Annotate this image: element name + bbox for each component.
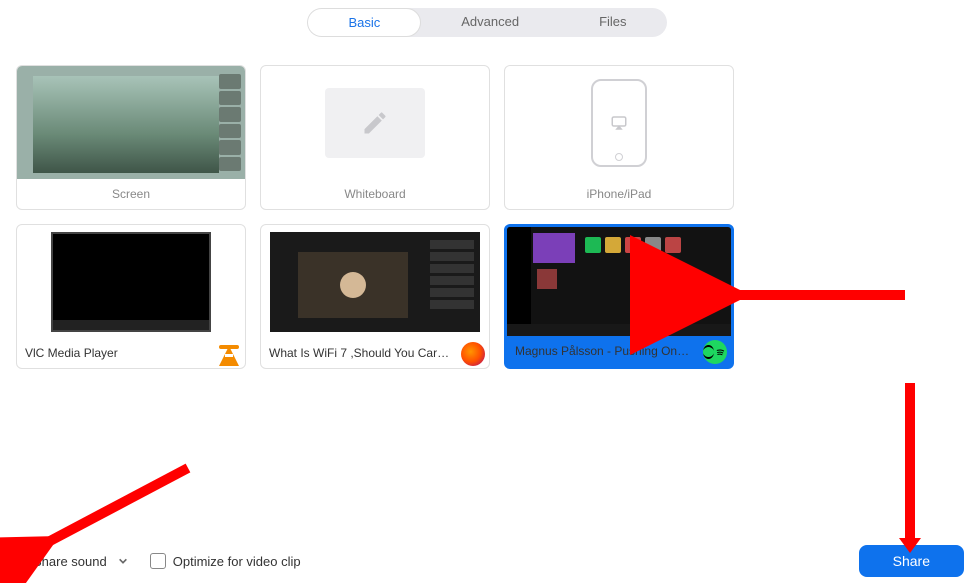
firefox-icon: [461, 342, 485, 366]
pencil-icon: [361, 109, 389, 137]
tile-iphone-ipad[interactable]: iPhone/iPad: [504, 65, 734, 210]
tab-basic[interactable]: Basic: [307, 8, 421, 37]
tile-label: iPhone/iPad: [505, 179, 733, 209]
tab-files[interactable]: Files: [559, 8, 666, 37]
share-sound-checkbox[interactable]: Share sound: [10, 553, 128, 569]
tab-group: Basic Advanced Files: [307, 8, 666, 37]
vlc-thumbnail: [17, 225, 245, 338]
vlc-icon: [217, 342, 241, 366]
annotation-arrow: [895, 378, 925, 558]
tile-screen[interactable]: Screen: [16, 65, 246, 210]
iphone-thumbnail: [505, 66, 733, 179]
tab-advanced[interactable]: Advanced: [421, 8, 559, 37]
checkbox-icon: [150, 553, 166, 569]
tile-label: What Is WiFi 7 ,Should You Care? ...: [261, 338, 489, 368]
tile-spotify[interactable]: Magnus Pålsson - Pushing Onwa...: [504, 224, 734, 369]
tile-whiteboard[interactable]: Whiteboard: [260, 65, 490, 210]
screen-thumbnail: [17, 66, 245, 179]
share-grid: Screen Whiteboard iPhone/iPad VlC Media …: [0, 37, 974, 369]
share-button[interactable]: Share: [859, 545, 964, 577]
chevron-down-icon[interactable]: [118, 554, 128, 569]
tile-label: Screen: [17, 179, 245, 209]
airplay-icon: [610, 114, 628, 132]
checkbox-icon: [10, 553, 26, 569]
spotify-thumbnail: [507, 227, 731, 336]
tile-label: VlC Media Player: [17, 338, 245, 368]
optimize-video-checkbox[interactable]: Optimize for video clip: [150, 553, 301, 569]
whiteboard-thumbnail: [261, 66, 489, 179]
tabs-bar: Basic Advanced Files: [0, 0, 974, 37]
firefox-thumbnail: [261, 225, 489, 338]
tile-label: Magnus Pålsson - Pushing Onwa...: [507, 336, 731, 366]
tile-firefox[interactable]: What Is WiFi 7 ,Should You Care? ...: [260, 224, 490, 369]
tile-label: Whiteboard: [261, 179, 489, 209]
share-sound-label: Share sound: [33, 554, 107, 569]
spotify-icon: [703, 340, 727, 364]
footer-bar: Share sound Optimize for video clip Shar…: [0, 539, 974, 583]
tile-vlc[interactable]: VlC Media Player: [16, 224, 246, 369]
optimize-label: Optimize for video clip: [173, 554, 301, 569]
